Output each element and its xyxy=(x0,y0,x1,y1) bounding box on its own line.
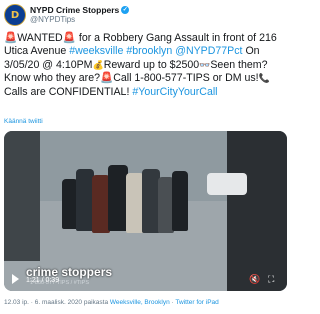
video-time: 1:21 / 0:39 xyxy=(26,277,60,284)
tweet-text-segment: Reward up to $2500 xyxy=(103,58,200,71)
translate-tweet-link[interactable]: Käännä twiitti xyxy=(4,118,43,125)
tweet: D NYPD Crime Stoppers ✓ @NYPDTips 🚨WANTE… xyxy=(0,0,292,314)
hashtag-weeksville[interactable]: #weeksville xyxy=(69,45,123,57)
mute-icon[interactable]: 🔇 xyxy=(249,274,260,285)
avatar[interactable]: D xyxy=(4,4,26,26)
siren-icon: 🚨 xyxy=(100,72,114,85)
display-name-row: NYPD Crime Stoppers ✓ xyxy=(30,5,130,15)
video-building-right xyxy=(227,131,287,291)
tweet-text: 🚨WANTED🚨 for a Robbery Gang Assault in f… xyxy=(4,32,288,99)
fullscreen-icon[interactable]: ⛶ xyxy=(268,274,274,285)
video-building-left xyxy=(4,131,40,261)
play-icon[interactable] xyxy=(12,274,19,284)
hashtag-yourcityyourcall[interactable]: #YourCityYourCall xyxy=(132,86,217,98)
wanted-text: WANTED xyxy=(17,32,63,44)
person xyxy=(172,171,188,231)
video-player[interactable]: crime stoppers 1-800-577-TIPS / #TIPS 1:… xyxy=(4,131,287,291)
tweet-client[interactable]: Twitter for iPad xyxy=(175,299,218,306)
video-car xyxy=(207,173,247,195)
verified-badge-icon: ✓ xyxy=(121,6,130,14)
tweet-text-segment: Call 1-800-577-TIPS or DM us! xyxy=(113,72,259,85)
handle[interactable]: @NYPDTips xyxy=(30,15,129,25)
tweet-header: D NYPD Crime Stoppers ✓ @NYPDTips xyxy=(4,4,130,26)
siren-icon: 🚨 xyxy=(4,32,18,44)
account-names: NYPD Crime Stoppers ✓ @NYPDTips xyxy=(30,5,130,25)
money-bag-icon: 💰 xyxy=(92,59,104,70)
mention-nypd77pct[interactable]: @NYPD77Pct xyxy=(175,45,242,57)
person xyxy=(108,165,128,231)
avatar-letter: D xyxy=(10,9,20,21)
phone-icon: 📞 xyxy=(258,73,270,84)
tweet-location[interactable]: Weeksville, Brooklyn xyxy=(110,299,170,306)
tweet-timestamp[interactable]: 12.03 ip. · 6. maalisk. 2020 paikasta xyxy=(4,299,108,306)
display-name[interactable]: NYPD Crime Stoppers xyxy=(30,5,119,15)
hashtag-brooklyn[interactable]: #brooklyn xyxy=(126,45,172,57)
video-crowd xyxy=(62,159,192,239)
siren-icon: 🚨 xyxy=(62,32,76,44)
tweet-footer: 12.03 ip. · 6. maalisk. 2020 paikasta We… xyxy=(4,299,219,306)
tweet-text-segment: Calls are CONFIDENTIAL! xyxy=(4,85,130,98)
glasses-icon: 👓 xyxy=(199,59,211,70)
